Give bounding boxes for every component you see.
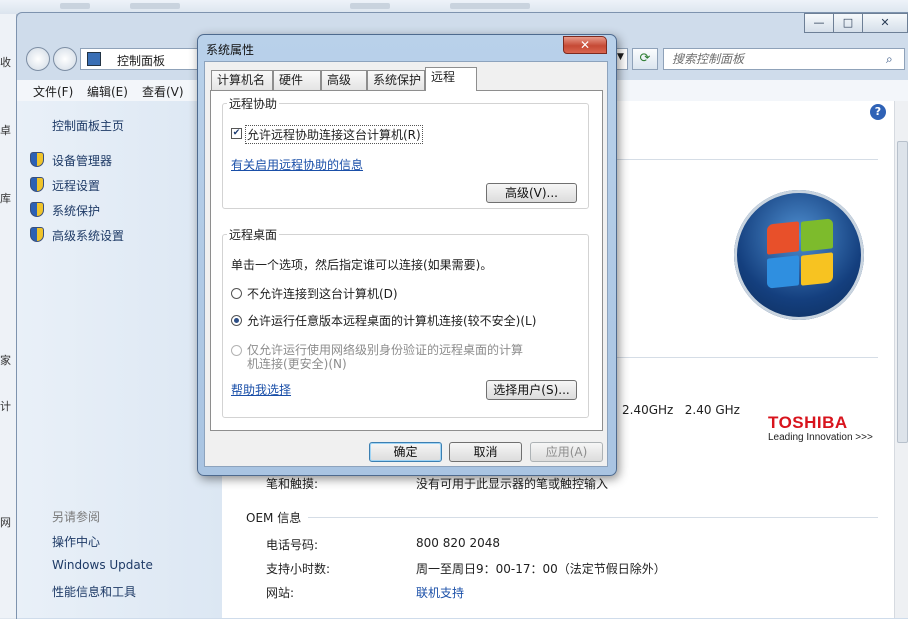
logo-quadrant-red <box>767 221 799 255</box>
action-center-link[interactable]: 操作中心 <box>52 533 100 550</box>
help-me-choose-link[interactable]: 帮助我选择 <box>231 381 291 398</box>
tab-system-protection[interactable]: 系统保护 <box>367 70 425 90</box>
strip-text: 库 <box>0 192 11 205</box>
pen-touch-value: 没有可用于此显示器的笔或触控输入 <box>416 477 609 491</box>
online-support-link[interactable]: 联机支持 <box>416 584 464 601</box>
apply-button[interactable]: 应用(A) <box>530 442 603 462</box>
tab-advanced[interactable]: 高级 <box>321 70 367 90</box>
allow-any-version-radio[interactable] <box>231 315 242 326</box>
forward-button[interactable] <box>53 47 77 71</box>
system-properties-dialog: 系统属性 ✕ 计算机名 硬件 高级 系统保护 远程 远程协助 ✔ 允许远程协助连… <box>197 34 617 476</box>
scrollbar-thumb[interactable] <box>897 141 908 443</box>
shield-icon <box>30 202 44 217</box>
blurred-text <box>350 3 390 9</box>
minimize-button[interactable]: — <box>804 13 834 33</box>
maximize-button[interactable]: □ <box>833 13 863 33</box>
support-hours-value: 周一至周日9：00-17：00（法定节假日除外） <box>416 562 666 576</box>
shield-icon <box>30 227 44 242</box>
logo-quadrant-blue <box>767 255 799 289</box>
divider <box>602 159 878 160</box>
search-icon[interactable]: ⌕ <box>886 49 893 69</box>
left-navigation-pane: 控制面板主页 设备管理器 远程设置 系统保护 高级系统设置 另请参阅 操作中心 … <box>17 101 222 618</box>
refresh-icon[interactable]: ⟳ <box>632 48 658 70</box>
strip-text: 家 <box>0 354 11 367</box>
pen-touch-label: 笔和触摸: <box>266 477 319 491</box>
help-icon[interactable]: ? <box>870 104 886 120</box>
oem-section-title: OEM 信息 <box>246 511 302 525</box>
toshiba-tagline: Leading Innovation >>> <box>768 432 873 443</box>
system-protection-link[interactable]: 系统保护 <box>52 202 100 219</box>
remote-desktop-title: 远程桌面 <box>227 226 280 243</box>
allow-any-version-label[interactable]: 允许运行任意版本远程桌面的计算机连接(较不安全)(L) <box>247 312 536 329</box>
blurred-text <box>130 3 180 9</box>
remote-assistance-info-link[interactable]: 有关启用远程协助的信息 <box>231 156 363 173</box>
divider <box>308 517 878 518</box>
windows-update-link[interactable]: Windows Update <box>52 558 153 572</box>
dialog-title: 系统属性 <box>206 43 255 57</box>
scrollbar[interactable] <box>894 101 908 618</box>
background-window-left-strip: 收 卓 库 家 计 网 <box>0 14 17 618</box>
tab-hardware[interactable]: 硬件 <box>273 70 321 90</box>
control-panel-home-link[interactable]: 控制面板主页 <box>52 117 124 134</box>
tab-computer-name[interactable]: 计算机名 <box>211 70 273 90</box>
strip-text: 网 <box>0 516 11 529</box>
strip-text: 计 <box>0 400 11 413</box>
dialog-body: 计算机名 硬件 高级 系统保护 远程 远程协助 ✔ 允许远程协助连接这台计算机(… <box>204 61 608 467</box>
website-label: 网站: <box>266 586 295 600</box>
shield-icon <box>30 152 44 167</box>
cancel-button[interactable]: 取消 <box>449 442 522 462</box>
remote-assistance-title: 远程协助 <box>227 95 280 112</box>
menu-view[interactable]: 查看(V) <box>142 83 184 100</box>
allow-nla-only-label-line2[interactable]: 机连接(更安全)(N) <box>247 355 347 372</box>
device-manager-link[interactable]: 设备管理器 <box>52 152 112 169</box>
advanced-system-settings-link[interactable]: 高级系统设置 <box>52 227 124 244</box>
blurred-text <box>450 3 530 9</box>
remote-settings-link[interactable]: 远程设置 <box>52 177 100 194</box>
logo-quadrant-green <box>801 218 833 252</box>
select-users-button[interactable]: 选择用户(S)... <box>486 380 577 400</box>
tab-remote[interactable]: 远程 <box>425 67 477 91</box>
allow-nla-only-radio[interactable] <box>231 345 242 356</box>
allow-remote-assistance-checkbox[interactable]: ✔ <box>231 128 242 139</box>
phone-value: 800 820 2048 <box>416 536 500 550</box>
advanced-button[interactable]: 高级(V)... <box>486 183 577 203</box>
close-button[interactable]: ✕ <box>862 13 908 33</box>
deny-connections-radio[interactable] <box>231 288 242 299</box>
dialog-close-button[interactable]: ✕ <box>563 36 607 54</box>
deny-connections-label[interactable]: 不允许连接到这台计算机(D) <box>247 285 398 302</box>
ok-button[interactable]: 确定 <box>369 442 442 462</box>
logo-quadrant-yellow <box>801 252 833 286</box>
allow-remote-assistance-label[interactable]: 允许远程协助连接这台计算机(R) <box>245 125 423 144</box>
breadcrumb[interactable]: 控制面板 <box>117 52 165 69</box>
toshiba-logo: TOSHIBA <box>768 413 848 432</box>
divider <box>602 357 878 358</box>
search-input[interactable]: 搜索控制面板 ⌕ <box>663 48 905 70</box>
back-button[interactable] <box>26 47 50 71</box>
windows-logo <box>734 190 864 320</box>
strip-text: 卓 <box>0 124 11 137</box>
shield-icon <box>30 177 44 192</box>
menu-file[interactable]: 文件(F) <box>33 83 73 100</box>
remote-tab-panel: 远程协助 ✔ 允许远程协助连接这台计算机(R) 有关启用远程协助的信息 高级(V… <box>210 90 603 431</box>
control-panel-icon <box>87 52 101 66</box>
support-hours-label: 支持小时数: <box>266 562 331 576</box>
blurred-text <box>60 3 90 9</box>
strip-text: 收 <box>0 56 11 69</box>
phone-label: 电话号码: <box>266 538 319 552</box>
see-also-title: 另请参阅 <box>52 510 101 524</box>
remote-desktop-instruction: 单击一个选项，然后指定谁可以连接(如果需要)。 <box>231 258 493 272</box>
performance-info-link[interactable]: 性能信息和工具 <box>52 583 136 600</box>
search-placeholder: 搜索控制面板 <box>672 52 745 66</box>
menu-edit[interactable]: 编辑(E) <box>87 83 128 100</box>
dropdown-icon[interactable]: ▼ <box>617 52 624 62</box>
cpu-speed: 2.40GHz 2.40 GHz <box>622 403 740 417</box>
